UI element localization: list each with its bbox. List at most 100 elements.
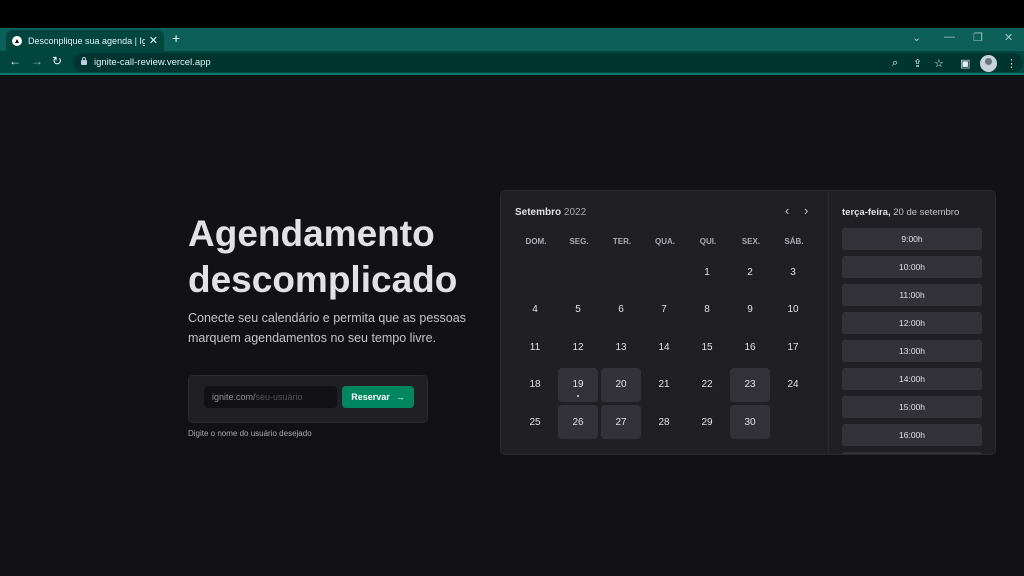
calendar-day: 4 — [515, 293, 555, 327]
reserve-button-label: Reservar — [351, 392, 390, 402]
restore-icon[interactable]: ❐ — [973, 31, 983, 44]
username-input[interactable] — [255, 392, 336, 402]
time-slot[interactable]: 17:00h — [842, 452, 982, 454]
calendar-day-number: 1 — [704, 266, 710, 278]
vercel-favicon-icon — [12, 35, 22, 46]
calendar-day: 22 — [687, 368, 727, 402]
claim-username-form: ignite.com/ Reservar → — [188, 375, 428, 423]
url-text: ignite-call-review.vercel.app — [94, 57, 211, 68]
lock-icon — [81, 57, 87, 65]
time-slot[interactable]: 12:00h — [842, 312, 982, 334]
calendar-day-number: 8 — [704, 304, 710, 315]
side-panel-icon[interactable]: ▣ — [960, 57, 970, 70]
weekday-header: SEG. — [569, 237, 589, 246]
calendar-day[interactable]: 26 — [558, 405, 598, 439]
today-indicator — [577, 394, 579, 397]
calendar-day: 15 — [687, 330, 727, 364]
profile-avatar[interactable] — [980, 55, 997, 72]
calendar-day: 13 — [601, 330, 641, 364]
forward-icon[interactable]: → — [31, 54, 43, 68]
calendar-day-number: 12 — [572, 341, 584, 353]
time-slot[interactable]: 9:00h — [842, 228, 982, 250]
calendar-day: 21 — [644, 368, 684, 402]
calendar-day[interactable]: 23 — [730, 367, 770, 402]
time-slot[interactable]: 10:00h — [842, 256, 982, 278]
previous-month-icon[interactable]: ‹ — [785, 203, 789, 218]
calendar-day: 14 — [644, 330, 684, 364]
calendar-day: 2 — [730, 255, 770, 289]
calendar-day: 5 — [558, 293, 598, 327]
calendar-day-number: 17 — [787, 341, 799, 353]
calendar-day: 10 — [773, 293, 813, 327]
close-tab-icon[interactable]: ✕ — [149, 34, 158, 47]
calendar-year: 2022 — [563, 207, 587, 218]
weekday-header: QUI. — [699, 237, 717, 246]
calendar-day-number: 26 — [572, 416, 584, 428]
calendar-day: 24 — [773, 368, 813, 402]
calendar-day: 11 — [515, 330, 555, 364]
calendar-day-number: 10 — [787, 304, 799, 315]
calendar-day-number: 3 — [790, 266, 796, 278]
calendar-day-number: 16 — [744, 341, 756, 353]
hero-description: Conecte seu calendário e permita que as … — [188, 311, 466, 345]
time-picker-date: 20 de setembro — [893, 207, 960, 218]
calendar-day-number: 24 — [787, 379, 799, 390]
zoom-icon[interactable]: ⌕ — [892, 57, 898, 70]
calendar-title: Setembro 2022 — [515, 207, 586, 218]
close-window-icon[interactable]: ✕ — [1004, 31, 1013, 44]
share-icon[interactable]: ⇪ — [913, 57, 922, 70]
calendar-day-number: 18 — [529, 379, 541, 390]
time-slot[interactable]: 15:00h — [842, 396, 982, 418]
calendar-day: 28 — [644, 405, 684, 439]
tab-title: Desconplique sua agenda | Ignite — [28, 35, 145, 46]
menu-icon[interactable]: ⋮ — [1006, 57, 1017, 70]
hero-title-line-1: Agendamento — [188, 213, 435, 254]
time-picker: terça-feira, 20 de setembro 9:00h 10:00h 1… — [829, 191, 995, 454]
calendar-day-number: 9 — [747, 304, 753, 315]
browser-toolbar: ← → ↻ ignite-call-review.vercel.app — [0, 51, 1024, 75]
arrow-right-icon: → — [395, 392, 405, 402]
weekday-header: TER. — [612, 237, 632, 246]
calendar-day: 17 — [773, 330, 813, 364]
reload-icon[interactable]: ↻ — [52, 54, 62, 68]
calendar-day[interactable]: 20 — [601, 367, 641, 402]
browser-window: Desconplique sua agenda | Ignite ✕ + ⌄ —… — [0, 28, 1024, 576]
new-tab-icon[interactable]: + — [172, 30, 180, 46]
calendar: Setembro 2022 ‹ › DOM. SEG. TER. QUA. QUI. SE… — [501, 191, 828, 454]
calendar-day[interactable]: 30 — [730, 405, 770, 439]
calendar-day: 7 — [644, 293, 684, 327]
back-icon[interactable]: ← — [9, 54, 21, 68]
calendar-day[interactable]: 19 — [558, 367, 598, 402]
username-field[interactable]: ignite.com/ — [204, 386, 337, 408]
time-slot[interactable]: 13:00h — [842, 340, 982, 362]
form-hint: Digite o nome do usuário desejado — [188, 429, 312, 438]
browser-tab[interactable]: Desconplique sua agenda | Ignite ✕ — [6, 30, 164, 51]
calendar-day-number: 22 — [701, 379, 713, 390]
calendar-day: 1 — [687, 255, 727, 289]
calendar-day-number: 11 — [529, 341, 541, 353]
calendar-day: 8 — [687, 293, 727, 327]
calendar-day: 18 — [515, 368, 555, 402]
bookmark-star-icon[interactable]: ☆ — [934, 57, 944, 70]
calendar-day-number: 14 — [658, 341, 670, 353]
calendar-day-number: 4 — [532, 304, 538, 315]
weekday-header: DOM. — [525, 237, 547, 246]
time-picker-weekday: terça-feira, — [842, 207, 891, 218]
calendar-day: 3 — [773, 255, 813, 289]
reserve-button[interactable]: Reservar → — [342, 386, 414, 408]
calendar-day: 25 — [515, 405, 555, 439]
weekday-header: QUA. — [655, 237, 675, 246]
hero-title: Agendamento descomplicado — [188, 211, 488, 303]
time-slot[interactable]: 14:00h — [842, 368, 982, 390]
calendar-day-number: 15 — [701, 341, 713, 353]
minimize-icon[interactable]: — — [944, 31, 955, 43]
calendar-day-number: 6 — [618, 304, 624, 315]
calendar-day[interactable]: 27 — [601, 405, 641, 439]
time-slot[interactable]: 11:00h — [842, 284, 982, 306]
calendar-day-number: 19 — [572, 379, 584, 390]
time-slot[interactable]: 16:00h — [842, 424, 982, 446]
tab-search-icon[interactable]: ⌄ — [912, 31, 921, 44]
address-bar[interactable]: ignite-call-review.vercel.app — [73, 53, 1023, 72]
next-month-icon[interactable]: › — [804, 203, 808, 218]
calendar-day-number: 13 — [615, 341, 627, 353]
